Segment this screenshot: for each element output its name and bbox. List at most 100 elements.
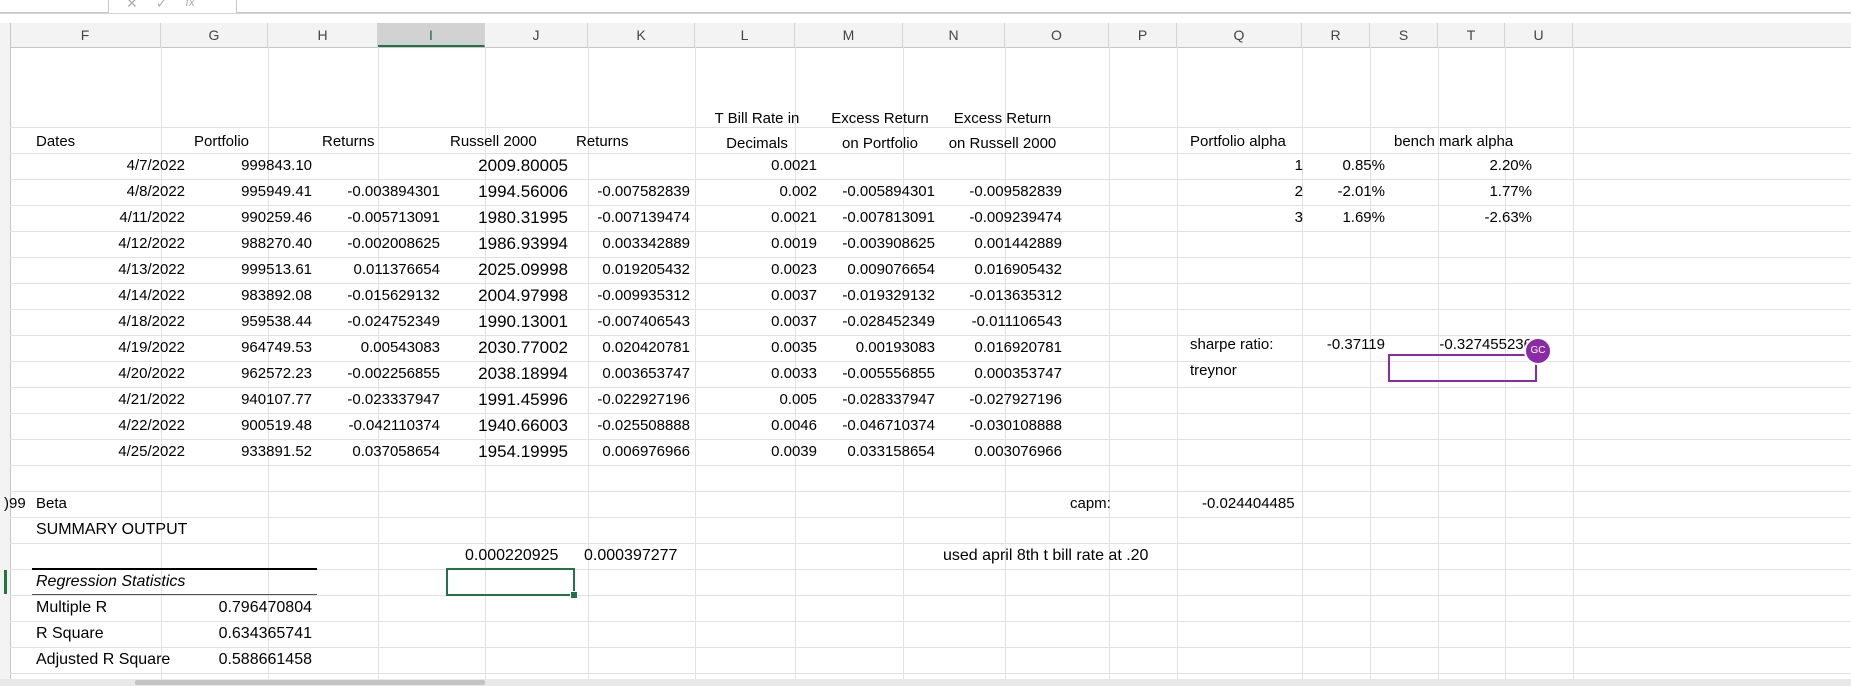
russell-return-cell: 0.020420781	[602, 339, 690, 356]
tbill-cell: 0.0035	[771, 339, 817, 356]
date-cell: 4/14/2022	[118, 287, 185, 304]
column-header-l[interactable]: L	[695, 23, 795, 47]
column-header-t[interactable]: T	[1438, 23, 1505, 47]
tbill-cell: 0.0037	[771, 313, 817, 330]
portfolio-return-cell: -0.023337947	[347, 391, 440, 408]
russell-return-cell: -0.022927196	[597, 391, 690, 408]
date-cell: 4/19/2022	[118, 339, 185, 356]
tbill-cell: 0.0019	[771, 235, 817, 252]
portfolio-return-cell: -0.002008625	[347, 235, 440, 252]
date-cell: 4/12/2022	[118, 235, 185, 252]
regression-label-adjusted-r-square: Adjusted R Square	[36, 651, 171, 668]
russell-cell: 2030.77002	[478, 338, 568, 357]
tbill-note: used april 8th t bill rate at .20	[943, 547, 1149, 564]
excess-portfolio-cell: 0.033158654	[847, 443, 935, 460]
regression-statistics-title: Regression Statistics	[36, 573, 186, 590]
active-row-indicator	[4, 570, 7, 594]
tbill-cell: 0.0039	[771, 443, 817, 460]
portfolio-return-cell: -0.015629132	[347, 287, 440, 304]
russell-cell: 1940.66003	[478, 416, 568, 435]
beta-label: Beta	[36, 495, 67, 512]
tbill-cell: 0.0021	[771, 209, 817, 226]
function-icon[interactable]: fx	[185, 0, 194, 12]
tbill-cell: 0.0037	[771, 287, 817, 304]
regression-value-multiple-r: 0.796470804	[218, 599, 312, 616]
portfolio-return-cell: -0.002256855	[347, 365, 440, 382]
russell-return-cell: 0.003653747	[602, 365, 690, 382]
column-header-k[interactable]: K	[588, 23, 695, 47]
excess-portfolio-cell: -0.019329132	[842, 287, 935, 304]
column-header-p[interactable]: P	[1109, 23, 1177, 47]
excess-russell-cell: 0.016905432	[974, 261, 1062, 278]
summary-output-title: SUMMARY OUTPUT	[36, 521, 188, 538]
header-tbill-line1: T Bill Rate in	[714, 110, 800, 127]
portfolio-cell: 940107.77	[241, 391, 312, 408]
horizontal-scrollbar[interactable]	[0, 679, 1851, 686]
date-cell: 4/22/2022	[118, 417, 185, 434]
tbill-cell: 0.002	[779, 183, 817, 200]
column-header-i[interactable]: I	[378, 23, 485, 47]
column-header-h[interactable]: H	[268, 23, 378, 47]
portfolio-return-cell: -0.003894301	[347, 183, 440, 200]
active-cell-selection[interactable]	[446, 568, 575, 596]
sharpe-portfolio-value: -0.37119	[1326, 336, 1385, 353]
sharpe-label: sharpe ratio:	[1190, 336, 1274, 353]
russell-return-cell: 0.019205432	[602, 261, 690, 278]
column-header-n[interactable]: N	[903, 23, 1005, 47]
formula-input[interactable]	[236, 0, 1851, 13]
column-header-g[interactable]: G	[161, 23, 268, 47]
russell-return-cell: 0.003342889	[602, 235, 690, 252]
excess-russell-cell: 0.016920781	[974, 339, 1062, 356]
portfolio-cell: 959538.44	[241, 313, 312, 330]
russell-cell: 1986.93994	[478, 234, 568, 253]
excess-portfolio-cell: -0.007813091	[842, 209, 935, 226]
select-all-corner[interactable]	[0, 23, 11, 48]
russell-cell: 2009.80005	[478, 156, 568, 175]
name-box[interactable]	[0, 0, 109, 13]
date-cell: 4/25/2022	[118, 443, 185, 460]
column-header-m[interactable]: M	[795, 23, 903, 47]
column-headers: F G H I J K L M N O P Q R S T U	[0, 23, 1851, 48]
portfolio-alpha-cell: 0.85%	[1342, 157, 1385, 174]
collaborator-cursor-cell[interactable]	[1388, 354, 1537, 382]
russell-cell: 2004.97998	[478, 286, 568, 305]
date-cell: 4/20/2022	[118, 365, 185, 382]
excess-portfolio-cell	[821, 153, 939, 179]
excess-portfolio-cell: -0.028452349	[842, 313, 935, 330]
portfolio-cell: 999513.61	[241, 261, 312, 278]
benchmark-alpha-cell: -2.63%	[1484, 209, 1532, 226]
portfolio-cell: 933891.52	[241, 443, 312, 460]
column-header-o[interactable]: O	[1005, 23, 1109, 47]
beta-cell-fragment: )99	[4, 495, 26, 512]
column-header-q[interactable]: Q	[1177, 23, 1302, 47]
excess-portfolio-cell: -0.046710374	[842, 417, 935, 434]
scrollbar-thumb[interactable]	[135, 680, 485, 685]
column-header-s[interactable]: S	[1370, 23, 1438, 47]
excess-russell-cell: -0.030108888	[969, 417, 1062, 434]
column-header-u[interactable]: U	[1505, 23, 1573, 47]
column-header-j[interactable]: J	[485, 23, 588, 47]
excess-russell-cell: -0.009239474	[969, 209, 1062, 226]
column-header-f[interactable]: F	[10, 23, 161, 47]
russell-cell: 2025.09998	[478, 260, 568, 279]
portfolio-cell: 995949.41	[241, 183, 312, 200]
date-cell: 4/7/2022	[126, 157, 185, 174]
collaborator-avatar[interactable]: GC	[1524, 337, 1552, 365]
capm-value: -0.024404485	[1202, 495, 1295, 512]
cancel-icon[interactable]: ✕	[126, 0, 138, 12]
excess-russell-cell	[939, 153, 1066, 179]
portfolio-cell: 990259.46	[241, 209, 312, 226]
spreadsheet-grid[interactable]: Dates Portfolio Returns Russell 2000 Ret…	[0, 47, 1851, 679]
excess-russell-cell: -0.013635312	[969, 287, 1062, 304]
excess-russell-cell: -0.027927196	[969, 391, 1062, 408]
enter-icon[interactable]: ✓	[156, 0, 168, 12]
excess-russell-cell: 0.003076966	[974, 443, 1062, 460]
cell-j-value: 0.000397277	[584, 547, 678, 564]
portfolio-return-cell: 0.011376654	[353, 261, 440, 278]
tbill-cell: 0.0023	[771, 261, 817, 278]
portfolio-cell: 900519.48	[241, 417, 312, 434]
date-cell: 4/18/2022	[118, 313, 185, 330]
column-header-r[interactable]: R	[1302, 23, 1370, 47]
russell-return-cell: 0.006976966	[602, 443, 690, 460]
fill-handle[interactable]	[570, 591, 578, 599]
